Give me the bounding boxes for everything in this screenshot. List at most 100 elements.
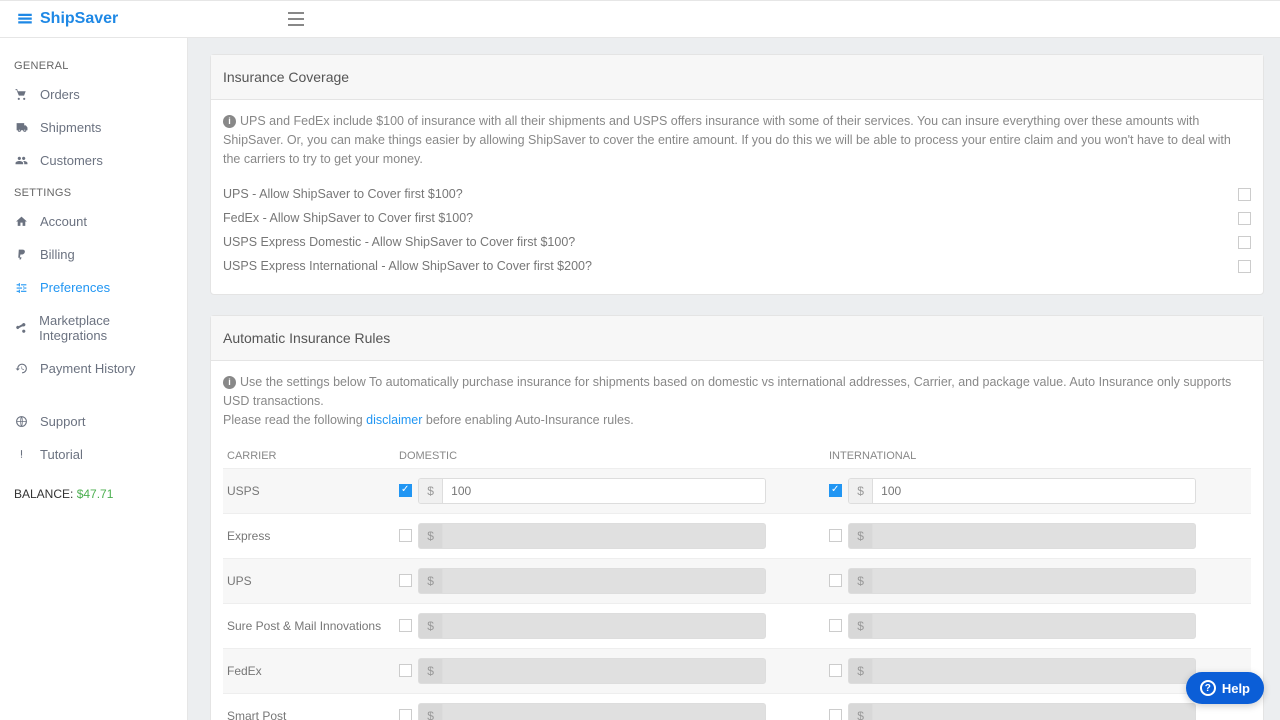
logo-icon: [16, 10, 34, 28]
paypal-icon: [14, 248, 28, 261]
domestic-input[interactable]: [443, 479, 765, 503]
sidebar-item-label: Shipments: [40, 120, 101, 135]
intl-checkbox[interactable]: [829, 619, 842, 632]
intl-input[interactable]: [873, 524, 1195, 548]
domestic-input[interactable]: [443, 614, 765, 638]
currency-prefix: $: [849, 659, 873, 683]
coverage-label: UPS - Allow ShipSaver to Cover first $10…: [223, 187, 463, 201]
sidebar-item-label: Support: [40, 414, 86, 429]
carrier-name: Sure Post & Mail Innovations: [227, 619, 399, 633]
main-content: Insurance Coverage iUPS and FedEx includ…: [188, 38, 1280, 720]
sidebar-item-label: Payment History: [40, 361, 135, 376]
domestic-input[interactable]: [443, 659, 765, 683]
sidebar-group-settings: SETTINGS: [0, 177, 187, 205]
sidebar-item-customers[interactable]: Customers: [0, 144, 187, 177]
info-icon: i: [223, 376, 236, 389]
currency-prefix: $: [849, 524, 873, 548]
sidebar-item-payment-history[interactable]: Payment History: [0, 352, 187, 385]
sidebar-group-general: GENERAL: [0, 50, 187, 78]
domestic-checkbox[interactable]: [399, 709, 412, 720]
header-international: International: [829, 450, 1247, 462]
intl-field: $: [848, 568, 1196, 594]
table-row: UPS $ $: [223, 558, 1251, 603]
disclaimer-link[interactable]: disclaimer: [366, 413, 422, 427]
intl-field: $: [848, 478, 1196, 504]
currency-prefix: $: [419, 569, 443, 593]
table-row: Express$$: [223, 513, 1251, 558]
sidebar-item-label: Marketplace Integrations: [39, 313, 173, 343]
sidebar-item-label: Customers: [40, 153, 103, 168]
carrier-name: Smart Post: [227, 709, 399, 720]
sidebar-item-label: Tutorial: [40, 447, 83, 462]
sidebar-item-shipments[interactable]: Shipments: [0, 111, 187, 144]
domestic-checkbox[interactable]: [399, 484, 412, 497]
intl-input[interactable]: [873, 614, 1195, 638]
sidebar-item-billing[interactable]: Billing: [0, 238, 187, 271]
intl-input[interactable]: [873, 479, 1195, 503]
coverage-checkbox[interactable]: [1238, 236, 1251, 249]
domestic-input[interactable]: [443, 704, 765, 720]
table-row: FedEx $ $: [223, 648, 1251, 693]
carrier-name: FedEx: [227, 664, 399, 678]
domestic-input[interactable]: [443, 569, 765, 593]
domestic-input[interactable]: [443, 524, 765, 548]
help-button[interactable]: ? Help: [1186, 672, 1264, 704]
currency-prefix: $: [849, 704, 873, 720]
sidebar-item-preferences[interactable]: Preferences: [0, 271, 187, 304]
coverage-checkbox[interactable]: [1238, 188, 1251, 201]
intl-field: $: [848, 523, 1196, 549]
sidebar-item-tutorial[interactable]: Tutorial: [0, 438, 187, 471]
sidebar-item-orders[interactable]: Orders: [0, 78, 187, 111]
rules-info: iUse the settings below To automatically…: [223, 373, 1251, 429]
currency-prefix: $: [419, 659, 443, 683]
intl-checkbox[interactable]: [829, 574, 842, 587]
domestic-field: $: [418, 523, 766, 549]
intl-checkbox[interactable]: [829, 709, 842, 720]
truck-icon: [14, 121, 28, 134]
currency-prefix: $: [419, 524, 443, 548]
currency-prefix: $: [419, 704, 443, 720]
currency-prefix: $: [419, 479, 443, 503]
coverage-label: USPS Express Domestic - Allow ShipSaver …: [223, 235, 575, 249]
coverage-checkbox[interactable]: [1238, 260, 1251, 273]
header-carrier: Carrier: [227, 450, 399, 462]
coverage-label: USPS Express International - Allow ShipS…: [223, 259, 592, 273]
intl-checkbox[interactable]: [829, 484, 842, 497]
brand-name: ShipSaver: [40, 10, 118, 28]
domestic-checkbox[interactable]: [399, 574, 412, 587]
intl-field: $: [848, 703, 1196, 720]
intl-input[interactable]: [873, 704, 1195, 720]
topbar: ShipSaver: [0, 0, 1280, 38]
sidebar-item-marketplace[interactable]: Marketplace Integrations: [0, 304, 187, 352]
coverage-info: iUPS and FedEx include $100 of insurance…: [223, 112, 1251, 168]
intl-input[interactable]: [873, 659, 1195, 683]
domestic-checkbox[interactable]: [399, 619, 412, 632]
sidebar-item-support[interactable]: Support: [0, 405, 187, 438]
menu-toggle-icon[interactable]: [288, 12, 304, 26]
coverage-row: UPS - Allow ShipSaver to Cover first $10…: [223, 182, 1251, 206]
currency-prefix: $: [849, 614, 873, 638]
carrier-name: USPS: [227, 484, 399, 498]
intl-field: $: [848, 613, 1196, 639]
coverage-row: USPS Express Domestic - Allow ShipSaver …: [223, 230, 1251, 254]
table-row: USPS $ $: [223, 468, 1251, 513]
table-header: Carrier Domestic International: [223, 444, 1251, 468]
share-icon: [14, 322, 27, 335]
domestic-field: $: [418, 478, 766, 504]
currency-prefix: $: [419, 614, 443, 638]
sidebar-item-account[interactable]: Account: [0, 205, 187, 238]
history-icon: [14, 362, 28, 375]
help-label: Help: [1222, 681, 1250, 696]
home-icon: [14, 215, 28, 228]
exclamation-icon: [14, 448, 28, 461]
intl-input[interactable]: [873, 569, 1195, 593]
intl-checkbox[interactable]: [829, 664, 842, 677]
cart-icon: [14, 88, 28, 101]
coverage-checkbox[interactable]: [1238, 212, 1251, 225]
domestic-checkbox[interactable]: [399, 529, 412, 542]
carrier-name: UPS: [227, 574, 399, 588]
sidebar-item-label: Orders: [40, 87, 80, 102]
intl-checkbox[interactable]: [829, 529, 842, 542]
domestic-checkbox[interactable]: [399, 664, 412, 677]
balance: BALANCE: $47.71: [0, 471, 187, 517]
